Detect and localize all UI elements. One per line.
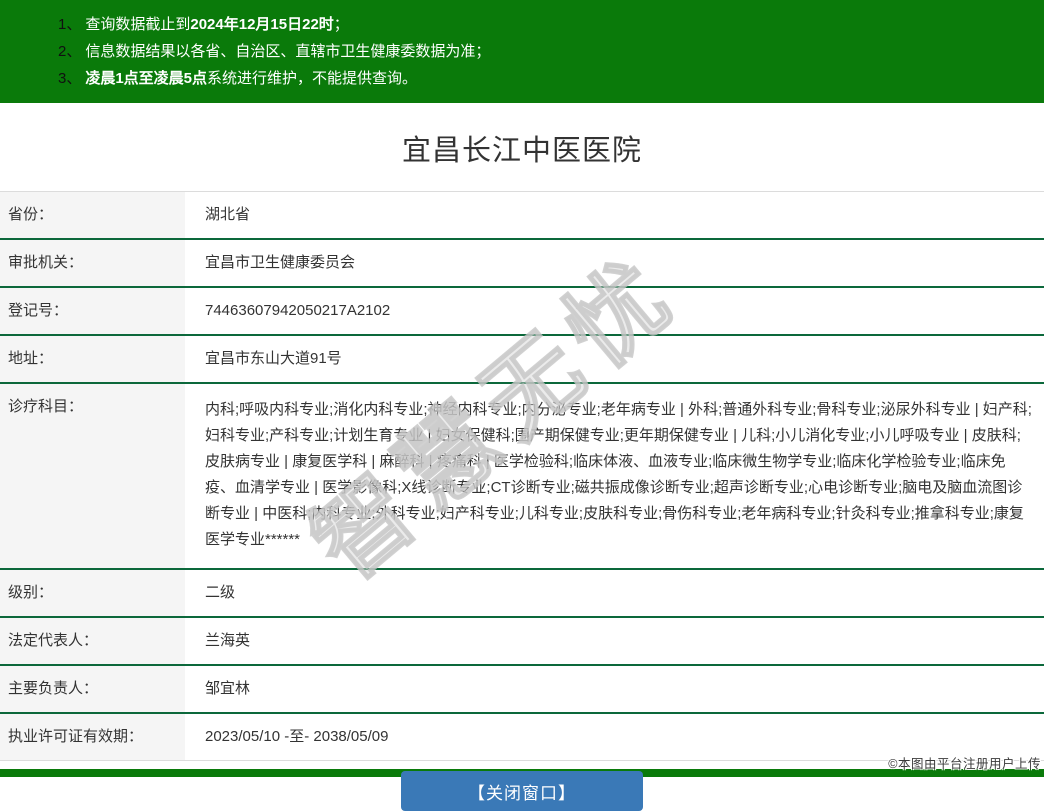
table-row-legal-representative: 法定代表人： 兰海英 [0, 616, 1044, 664]
row-value: 兰海英 [185, 618, 1044, 664]
notice-text: 系统进行维护，不能提供查询。 [207, 70, 418, 87]
row-value: 二级 [185, 570, 1044, 616]
table-row-level: 级别： 二级 [0, 568, 1044, 616]
notice-line-3: 3、 凌晨1点至凌晨5点系统进行维护，不能提供查询。 [58, 65, 1024, 92]
table-row-treatment-subjects: 诊疗科目： 内科;呼吸内科专业;消化内科专业;神经内科专业;内分泌专业;老年病专… [0, 382, 1044, 568]
notice-number: 3、 [58, 70, 82, 87]
table-row-main-person-in-charge: 主要负责人： 邹宜林 [0, 664, 1044, 712]
notice-line-2: 2、 信息数据结果以各省、自治区、直辖市卫生健康委数据为准； [58, 38, 1024, 65]
notice-text-bold: 凌晨1点至凌晨5点 [85, 70, 208, 87]
row-label: 登记号： [0, 288, 185, 334]
table-row-address: 地址： 宜昌市东山大道91号 [0, 334, 1044, 382]
row-value: 内科;呼吸内科专业;消化内科专业;神经内科专业;内分泌专业;老年病专业 | 外科… [185, 384, 1044, 568]
page-title: 宜昌长江中医医院 [401, 135, 642, 167]
row-value: 宜昌市卫生健康委员会 [185, 240, 1044, 286]
table-row-approval-authority: 审批机关： 宜昌市卫生健康委员会 [0, 238, 1044, 286]
notice-text: ； [333, 16, 349, 33]
row-label: 审批机关： [0, 240, 185, 286]
row-label: 诊疗科目： [0, 384, 185, 568]
table-row-province: 省份： 湖北省 [0, 192, 1044, 238]
notice-number: 2、 [58, 43, 82, 60]
notice-banner: 1、 查询数据截止到2024年12月15日22时； 2、 信息数据结果以各省、自治区… [0, 0, 1044, 103]
row-label: 省份： [0, 192, 185, 238]
row-value: 74463607942050217A2102 [185, 288, 1044, 334]
row-label: 法定代表人： [0, 618, 185, 664]
row-value: 湖北省 [185, 192, 1044, 238]
table-row-registration-number: 登记号： 74463607942050217A2102 [0, 286, 1044, 334]
row-label: 执业许可证有效期： [0, 714, 185, 760]
copyright-note: ©本图由平台注册用户上传 [888, 757, 1041, 771]
notice-text: 信息数据结果以各省、自治区、直辖市卫生健康委数据为准； [85, 43, 491, 60]
notice-text: 查询数据截止到 [85, 16, 191, 33]
notice-number: 1、 [58, 16, 82, 33]
row-label: 地址： [0, 336, 185, 382]
close-window-button[interactable]: 【关闭窗口】 [401, 771, 643, 811]
hospital-info-table: 省份： 湖北省 审批机关： 宜昌市卫生健康委员会 登记号： 7446360794… [0, 191, 1044, 761]
row-value: 邹宜林 [185, 666, 1044, 712]
row-value: 宜昌市东山大道91号 [185, 336, 1044, 382]
row-label: 级别： [0, 570, 185, 616]
notice-text-bold: 2024年12月15日22时 [190, 16, 334, 33]
notice-line-1: 1、 查询数据截止到2024年12月15日22时； [58, 11, 1024, 38]
row-label: 主要负责人： [0, 666, 185, 712]
